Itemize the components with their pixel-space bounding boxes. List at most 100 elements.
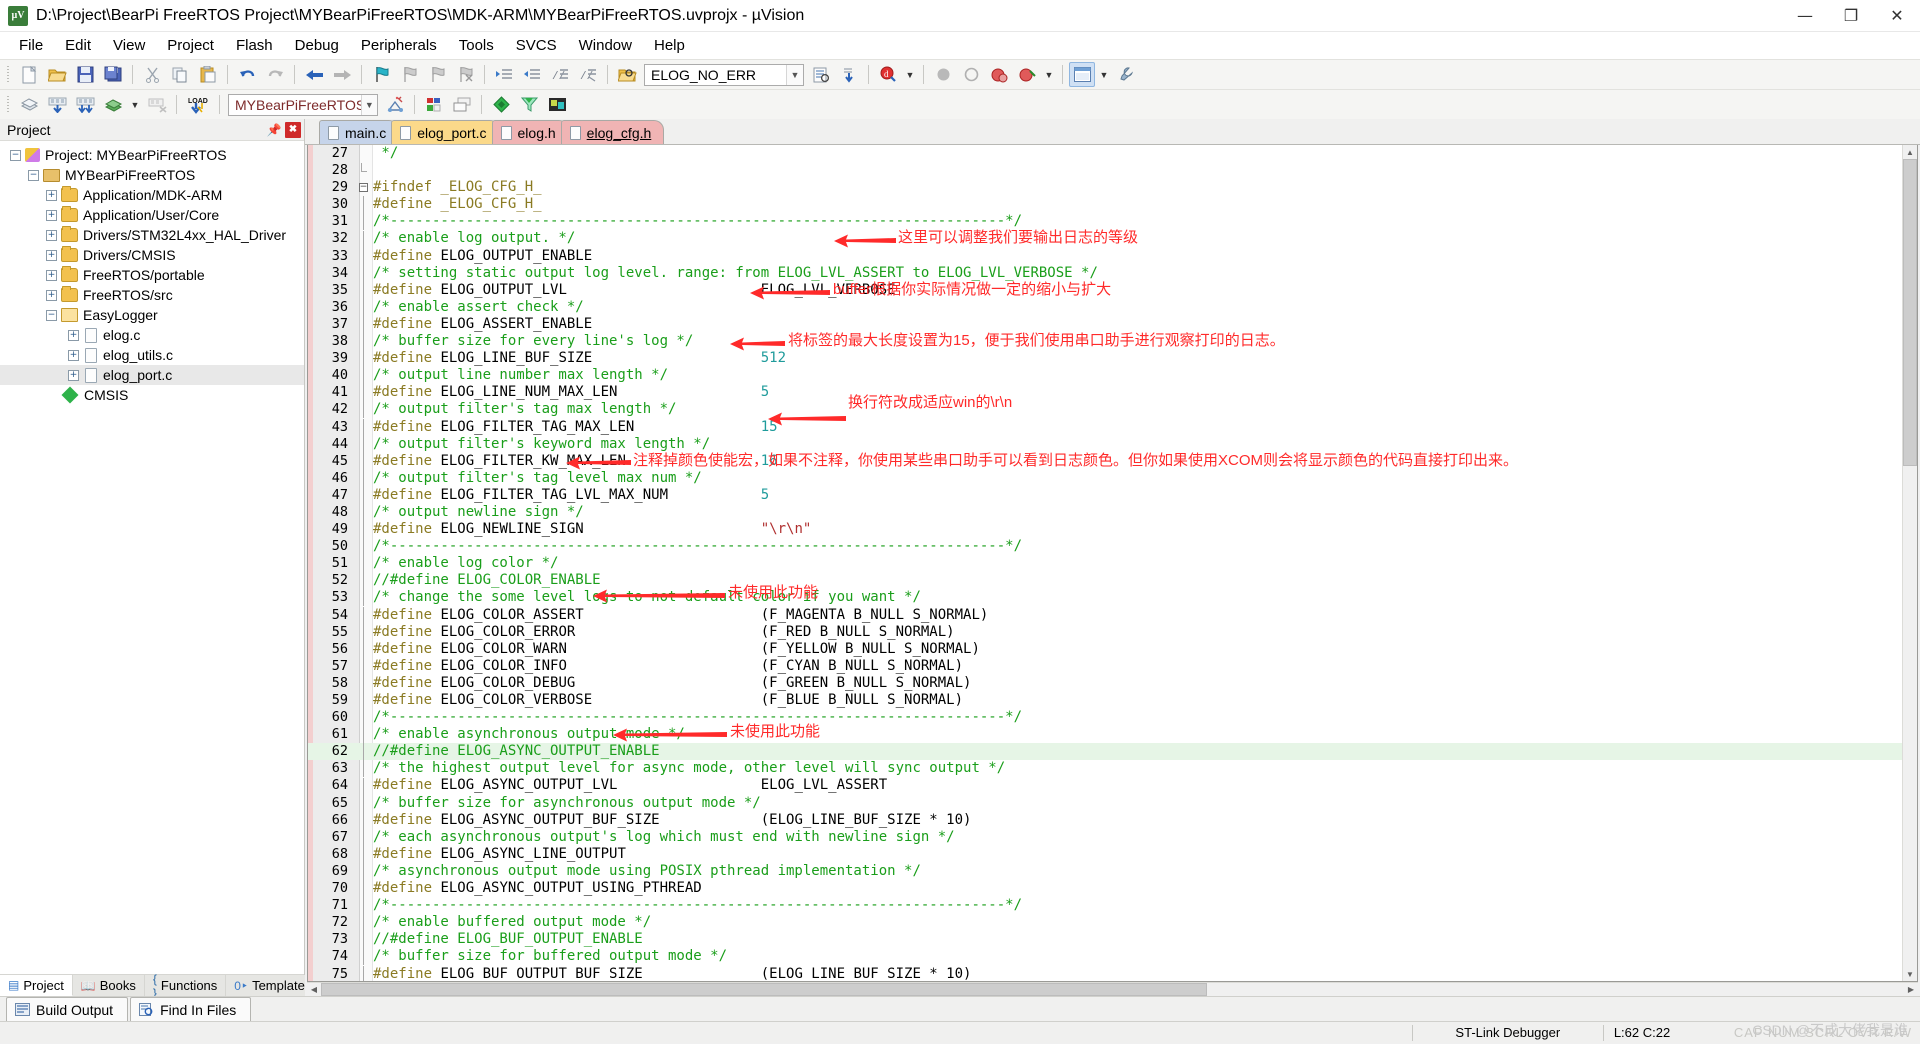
insert-bookmark-icon[interactable] — [808, 62, 834, 87]
tree-item-cmsis[interactable]: CMSIS — [0, 385, 304, 405]
editor-horizontal-scrollbar[interactable]: ◀ ▶ — [307, 982, 1918, 996]
code-line[interactable]: 48/* output newline sign */ — [308, 504, 1902, 521]
menu-edit[interactable]: Edit — [54, 33, 102, 58]
open-file-icon[interactable] — [44, 62, 70, 87]
expand-toggle[interactable]: + — [68, 350, 79, 361]
code-line[interactable]: 30#define _ELOG_CFG_H_ — [308, 196, 1902, 213]
code-line[interactable]: 52//#define ELOG_COLOR_ENABLE — [308, 572, 1902, 589]
code-line[interactable]: 58#define ELOG_COLOR_DEBUG (F_GREEN B_NU… — [308, 675, 1902, 692]
error-search-combo[interactable]: ELOG_NO_ERR ▼ — [644, 64, 804, 86]
code-line[interactable]: 64#define ELOG_ASYNC_OUTPUT_LVL ELOG_LVL… — [308, 777, 1902, 794]
breakpoint-enable-all-icon[interactable] — [1014, 62, 1040, 87]
editor-vertical-scrollbar[interactable]: ▲ ▼ — [1902, 145, 1917, 981]
manage-components-icon[interactable] — [516, 92, 542, 117]
code-line[interactable]: 54#define ELOG_COLOR_ASSERT (F_MAGENTA B… — [308, 607, 1902, 624]
code-line[interactable]: 27 */ — [308, 145, 1902, 162]
tree-item-drivers-hal[interactable]: + Drivers/STM32L4xx_HAL_Driver — [0, 225, 304, 245]
expand-toggle[interactable]: + — [46, 290, 57, 301]
bookmark-clear-icon[interactable] — [452, 62, 478, 87]
close-button[interactable]: ✕ — [1874, 0, 1920, 32]
code-line[interactable]: 47#define ELOG_FILTER_TAG_LVL_MAX_NUM 5 — [308, 487, 1902, 504]
code-line[interactable]: 73//#define ELOG_BUF_OUTPUT_ENABLE — [308, 931, 1902, 948]
code-line[interactable]: 74/* buffer size for buffered output mod… — [308, 948, 1902, 965]
comment-icon[interactable]: // — [547, 62, 573, 87]
expand-toggle[interactable]: + — [46, 190, 57, 201]
build-icon[interactable] — [44, 92, 70, 117]
tree-item-application-user-core[interactable]: + Application/User/Core — [0, 205, 304, 225]
layout-dropdown-icon[interactable]: ▼ — [1097, 62, 1111, 87]
outdent-icon[interactable] — [519, 62, 545, 87]
code-line[interactable]: 39#define ELOG_LINE_BUF_SIZE 512 — [308, 350, 1902, 367]
expand-toggle[interactable]: + — [68, 370, 79, 381]
batch-build-icon[interactable] — [100, 92, 126, 117]
code-line[interactable]: 46/* output filter's tag level max num *… — [308, 470, 1902, 487]
stop-build-icon[interactable] — [144, 92, 170, 117]
vscroll-thumb[interactable] — [1903, 159, 1917, 466]
multi-project-icon[interactable] — [449, 92, 475, 117]
menu-file[interactable]: File — [8, 33, 54, 58]
functions-tab[interactable]: { } Functions — [145, 975, 226, 996]
project-tree[interactable]: − Project: MYBearPiFreeRTOS − MYBearPiFr… — [0, 141, 304, 974]
menu-project[interactable]: Project — [156, 33, 225, 58]
collapse-toggle[interactable]: − — [46, 310, 57, 321]
maximize-button[interactable]: ❐ — [1828, 0, 1874, 32]
chevron-down-icon[interactable]: ▼ — [361, 95, 377, 115]
expand-toggle[interactable]: + — [46, 250, 57, 261]
code-line[interactable]: 53/* change the some level logs to not d… — [308, 589, 1902, 606]
find-icon[interactable]: d — [875, 62, 901, 87]
manage-run-time-env-icon[interactable] — [421, 92, 447, 117]
cut-icon[interactable] — [139, 62, 165, 87]
translate-icon[interactable] — [16, 92, 42, 117]
paste-icon[interactable] — [195, 62, 221, 87]
toolbar-grip[interactable] — [5, 64, 12, 86]
bookmark-prev-icon[interactable] — [396, 62, 422, 87]
code-line[interactable]: 68#define ELOG_ASYNC_LINE_OUTPUT — [308, 846, 1902, 863]
editor-tab-elog-port-c[interactable]: elog_port.c — [391, 120, 499, 144]
expand-toggle[interactable]: − — [10, 150, 21, 161]
target-options-icon[interactable] — [382, 92, 408, 117]
redo-icon[interactable] — [262, 62, 288, 87]
code-line[interactable]: 66#define ELOG_ASYNC_OUTPUT_BUF_SIZE (EL… — [308, 812, 1902, 829]
chevron-down-icon[interactable]: ▼ — [786, 65, 803, 85]
find-in-files-tab[interactable]: Find In Files — [130, 997, 251, 1021]
find-dropdown-icon[interactable]: ▼ — [903, 62, 917, 87]
menu-tools[interactable]: Tools — [448, 33, 505, 58]
code-line[interactable]: 62//#define ELOG_ASYNC_OUTPUT_ENABLE — [308, 743, 1902, 760]
scroll-up-icon[interactable]: ▲ — [1903, 145, 1917, 159]
code-line[interactable]: 42/* output filter's tag max length */ — [308, 401, 1902, 418]
code-line[interactable]: 33#define ELOG_OUTPUT_ENABLE — [308, 248, 1902, 265]
code-surface[interactable]: 27 */2829−#ifndef _ELOG_CFG_H_30#define … — [308, 145, 1902, 981]
window-layout-icon[interactable] — [1069, 62, 1095, 87]
pin-icon[interactable]: 📌 — [266, 122, 282, 138]
goto-icon[interactable] — [836, 62, 862, 87]
tree-item-elog-utils-c[interactable]: + elog_utils.c — [0, 345, 304, 365]
books-tab[interactable]: 📖 Books — [73, 975, 145, 996]
code-line[interactable]: 51/* enable log color */ — [308, 555, 1902, 572]
minimize-button[interactable]: — — [1782, 0, 1828, 32]
code-line[interactable]: 28 — [308, 162, 1902, 179]
hscroll-track[interactable] — [321, 983, 1904, 996]
copy-icon[interactable] — [167, 62, 193, 87]
expand-toggle[interactable]: + — [68, 330, 79, 341]
find-in-files-icon[interactable] — [614, 62, 640, 87]
code-line[interactable]: 72/* enable buffered output mode */ — [308, 914, 1902, 931]
code-line[interactable]: 55#define ELOG_COLOR_ERROR (F_RED B_NULL… — [308, 624, 1902, 641]
code-line[interactable]: 70#define ELOG_ASYNC_OUTPUT_USING_PTHREA… — [308, 880, 1902, 897]
tree-item-elog-c[interactable]: + elog.c — [0, 325, 304, 345]
code-line[interactable]: 56#define ELOG_COLOR_WARN (F_YELLOW B_NU… — [308, 641, 1902, 658]
code-line[interactable]: 65/* buffer size for asynchronous output… — [308, 795, 1902, 812]
menu-window[interactable]: Window — [568, 33, 643, 58]
tree-item-easylogger[interactable]: − EasyLogger — [0, 305, 304, 325]
indent-icon[interactable] — [491, 62, 517, 87]
expand-toggle[interactable]: − — [28, 170, 39, 181]
breakpoint-kill-all-icon[interactable] — [986, 62, 1012, 87]
project-tab[interactable]: ▤ Project — [0, 975, 73, 996]
pack-installer-icon[interactable] — [488, 92, 514, 117]
editor-tab-main-c[interactable]: main.c — [319, 120, 399, 144]
menu-flash[interactable]: Flash — [225, 33, 284, 58]
menu-view[interactable]: View — [102, 33, 156, 58]
configure-icon[interactable] — [1113, 62, 1139, 87]
bp-dropdown-icon[interactable]: ▼ — [1042, 62, 1056, 87]
code-line[interactable]: 36/* enable assert check */ — [308, 299, 1902, 316]
scroll-down-icon[interactable]: ▼ — [1903, 967, 1917, 981]
